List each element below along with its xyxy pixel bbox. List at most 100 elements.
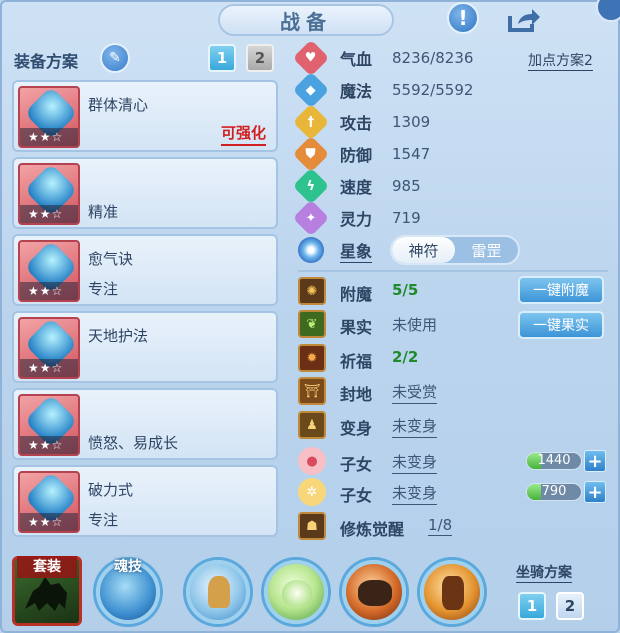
feature-value: 1/8 [428,516,453,536]
skill-orb-3[interactable] [342,560,406,624]
child-1-bar: 1440 [526,452,582,470]
stat-value: 5592/5592 [392,81,474,99]
monk-icon [208,576,230,608]
skill-orb-2[interactable] [264,560,328,624]
lotus-icon [282,580,312,606]
equipment-slot-2[interactable]: ★★☆ 精准 [12,157,278,229]
lightning-icon: ϟ [292,167,330,205]
stat-attack: † 攻击 1309 [292,103,430,141]
stat-spirit: ✦ 灵力 719 [292,199,421,237]
gate-icon: ⛩ [298,377,326,405]
shield-icon: ⛊ [292,135,330,173]
equipment-slot-4[interactable]: ★★☆ 天地护法 [12,311,278,383]
equipment-scheme-2-button[interactable]: 2 [246,44,274,72]
beast-icon [358,580,392,606]
feature-value: 5/5 [392,281,419,299]
stat-plan-link[interactable]: 加点方案2 [528,50,593,71]
equipment-slot-3[interactable]: ★★☆ 愈气诀 专注 [12,234,278,306]
feature-value: 未变身 [392,415,438,438]
star-option-leigang[interactable]: 雷罡 [455,237,518,263]
fruit-icon: ❦ [298,310,326,338]
mount-scheme-2-button[interactable]: 2 [556,592,584,620]
feature-label: 封地 [340,385,373,404]
equipment-subtitle: 专注 [88,511,119,529]
transform-icon: ♟ [298,411,326,439]
edit-scheme-button[interactable]: ✎ [100,43,130,73]
stat-label: 魔法 [340,82,373,101]
equipment-scheme-title: 装备方案 [14,52,79,71]
equipment-name: 群体清心 [88,96,149,114]
stat-value: 1547 [392,145,431,163]
plus-icon: + [587,450,603,472]
mount-scheme-1-button[interactable]: 1 [518,592,546,620]
cultivation-icon: ☗ [298,512,326,540]
equipment-icon: ★★☆ [18,240,80,302]
enchant-icon: ✺ [298,277,326,305]
star-option-shenfu[interactable]: 神符 [392,237,455,263]
equipment-icon: ★★☆ [18,394,80,456]
child-2-bar: 790 [526,483,582,501]
share-icon [508,9,540,32]
star-sign-label[interactable]: 星象 [340,238,373,263]
star-sign-row: 星象 [298,235,373,265]
stat-value: 1309 [392,113,431,131]
child-1-bar-value: 1440 [537,453,571,468]
stat-defense: ⛊ 防御 1547 [292,135,430,173]
child-pink-icon: ● [298,447,326,475]
feature-label: 果实 [340,318,373,337]
equipment-name: 天地护法 [88,327,149,345]
stat-hp: ♥ 气血 8236/8236 [292,39,473,77]
soul-skill-label: 魂技 [114,559,142,575]
feature-value: 未变身 [392,482,438,505]
feature-label: 附魔 [340,285,373,304]
star-sign-toggle[interactable]: 神符 雷罡 [390,235,520,265]
equipment-name: 破力式 [88,481,134,499]
plus-icon: + [587,481,603,503]
equipment-slot-5[interactable]: ★★☆ 愤怒、易成长 [12,388,278,460]
equipment-name: 愈气诀 [88,250,134,268]
skill-orb-4[interactable] [420,560,484,624]
stat-label: 速度 [340,178,373,197]
equipment-name: 愤怒、易成长 [88,434,179,452]
equipment-icon: ★★☆ [18,317,80,379]
child-1-add-button[interactable]: + [584,450,606,472]
enhance-link[interactable]: 可强化 [220,122,266,146]
equipment-icon: ★★☆ [18,163,80,225]
mount-scheme-title: 坐骑方案 [516,562,572,583]
feature-value: 2/2 [392,348,419,366]
stat-label: 防御 [340,146,373,165]
equipment-slot-6[interactable]: ★★☆ 破力式 专注 [12,465,278,537]
stat-label: 攻击 [340,114,373,133]
feature-value: 未使用 [392,316,438,334]
share-button[interactable] [506,6,542,34]
one-click-enchant-button[interactable]: 一键附魔 [518,276,604,304]
feature-value: 未受赏 [392,381,438,404]
stat-mp: ◆ 魔法 5592/5592 [292,71,473,109]
feature-label: 子女 [340,486,373,505]
pencil-icon: ✎ [109,50,121,66]
feature-value: 未变身 [392,451,438,474]
info-button[interactable]: ! [447,2,479,34]
equipment-slot-1[interactable]: ★★☆ 群体清心 可强化 [12,80,278,152]
skill-orb-1[interactable] [186,560,250,624]
feature-label: 修炼觉醒 [340,520,405,539]
child-2-add-button[interactable]: + [584,481,606,503]
blessing-icon: ✹ [298,344,326,372]
star-sign-icon [298,237,324,263]
stat-label: 灵力 [340,210,373,229]
exclamation-icon: ! [458,6,468,30]
stat-value: 8236/8236 [392,49,474,67]
stat-value: 985 [392,177,421,195]
equipment-subtitle: 专注 [88,280,119,298]
sword-icon: † [292,103,330,141]
mana-icon: ◆ [292,71,330,109]
equipment-icon: ★★☆ [18,471,80,533]
child-2-bar-value: 790 [541,484,567,499]
equipment-name: 精准 [88,203,119,221]
feature-label: 子女 [340,455,373,474]
equipment-scheme-1-button[interactable]: 1 [208,44,236,72]
child-yellow-icon: ✲ [298,478,326,506]
suit-label: 套装 [17,556,77,578]
one-click-fruit-button[interactable]: 一键果实 [518,311,604,339]
heart-icon: ♥ [292,39,330,77]
